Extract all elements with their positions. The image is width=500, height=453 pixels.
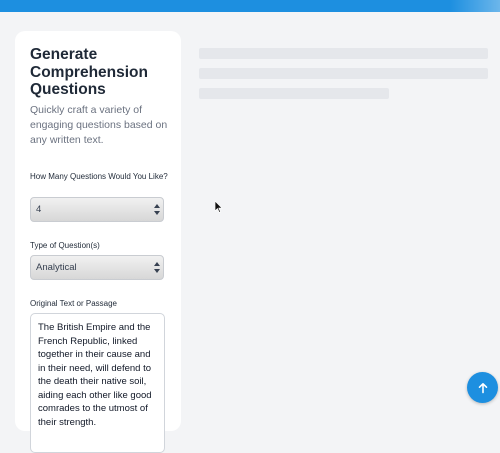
mouse-pointer-icon (215, 201, 223, 213)
updown-arrows-icon (154, 204, 160, 215)
page-title: Generate Comprehension Questions (30, 46, 148, 98)
question-type-select[interactable]: Analytical (30, 255, 164, 280)
question-generator-card: Generate Comprehension Questions Quickly… (15, 31, 181, 453)
original-text-textarea[interactable]: The British Empire and the French Republ… (30, 313, 165, 453)
page-subtitle: Quickly craft a variety of engaging ques… (30, 104, 168, 146)
question-type-label: Type of Question(s) (30, 241, 100, 250)
question-count-label: How Many Questions Would You Like? (30, 172, 168, 181)
arrow-up-icon (478, 382, 487, 393)
original-text-label: Original Text or Passage (30, 299, 118, 308)
top-app-bar (0, 0, 500, 12)
question-count-value: 4 (36, 204, 42, 215)
updown-arrows-icon (154, 262, 160, 273)
loading-skeleton-line (199, 48, 488, 59)
question-count-select[interactable]: 4 (30, 197, 164, 222)
top-bar-gradient (450, 0, 500, 12)
question-type-value: Analytical (36, 262, 77, 273)
scroll-to-top-button[interactable] (467, 372, 498, 403)
loading-skeleton-line (199, 68, 488, 79)
loading-skeleton-line (199, 88, 389, 99)
